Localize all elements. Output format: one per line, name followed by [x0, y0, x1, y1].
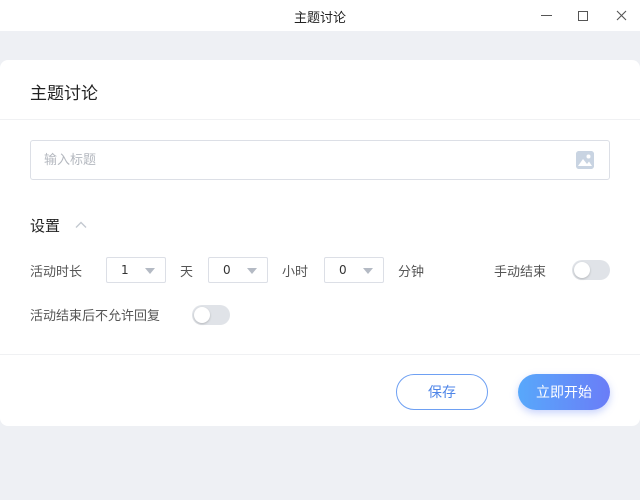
close-button[interactable] [601, 0, 640, 31]
minutes-select[interactable]: 0 [324, 257, 384, 283]
caret-down-icon [145, 268, 155, 274]
caret-down-icon [247, 268, 257, 274]
manual-end-label: 手动结束 [494, 265, 547, 280]
discussion-panel: 主题讨论 设置 活动时长 1 天 0 小时 0 分钟 手动结束 活动结束后不允许… [0, 60, 640, 426]
start-now-button[interactable]: 立即开始 [518, 374, 610, 410]
hours-select[interactable]: 0 [208, 257, 268, 283]
minimize-icon [540, 15, 552, 16]
image-icon[interactable] [576, 151, 594, 169]
chevron-up-icon[interactable] [74, 218, 88, 232]
title-bar: 主题讨论 [0, 0, 640, 31]
title-input-box[interactable] [30, 140, 610, 180]
divider [0, 119, 640, 120]
minutes-unit-label: 分钟 [398, 265, 425, 280]
maximize-button[interactable] [563, 0, 603, 31]
days-select[interactable]: 1 [106, 257, 166, 283]
save-button[interactable]: 保存 [396, 374, 488, 410]
page-title: 主题讨论 [30, 84, 98, 104]
divider [0, 354, 640, 355]
settings-heading[interactable]: 设置 [30, 215, 60, 236]
hours-unit-label: 小时 [282, 265, 309, 280]
no-reply-label: 活动结束后不允许回复 [30, 309, 161, 324]
title-input[interactable] [44, 141, 544, 179]
duration-label: 活动时长 [30, 265, 83, 280]
toggle-knob [194, 307, 210, 323]
caret-down-icon [363, 268, 373, 274]
minimize-button[interactable] [526, 0, 566, 31]
toggle-knob [574, 262, 590, 278]
minutes-value: 0 [339, 263, 347, 277]
maximize-icon [578, 10, 588, 21]
days-value: 1 [121, 263, 129, 277]
close-icon [616, 10, 626, 21]
no-reply-toggle[interactable] [192, 305, 230, 325]
days-unit-label: 天 [180, 265, 194, 280]
hours-value: 0 [223, 263, 231, 277]
manual-end-toggle[interactable] [572, 260, 610, 280]
